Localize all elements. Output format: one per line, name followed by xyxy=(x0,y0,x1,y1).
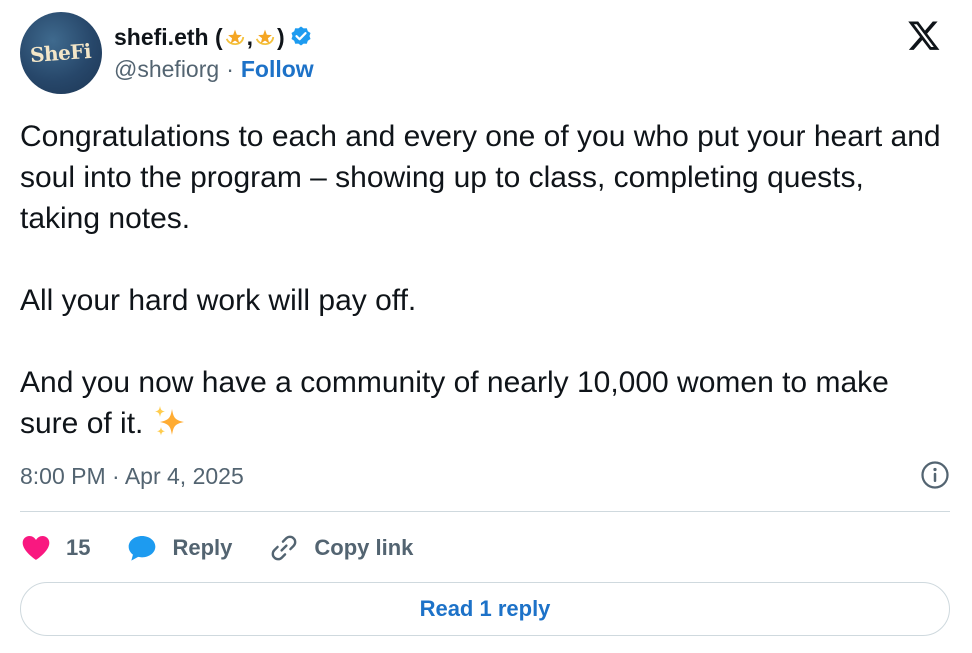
reply-label: Reply xyxy=(172,535,233,560)
tweet-actions: 15 Reply Copy link xyxy=(20,528,449,568)
copy-link-label: Copy link xyxy=(314,535,414,560)
avatar-logo-text: SheFi xyxy=(29,38,93,68)
tweet-paragraph-3: And you now have a community of nearly 1… xyxy=(20,366,889,440)
tweet-timestamp[interactable]: 8:00 PM · Apr 4, 2025 xyxy=(20,463,244,490)
divider xyxy=(20,511,950,512)
tweet-header: SheFi shefi.eth ( , ) @shefiorg · Follow xyxy=(20,12,952,96)
tweet-text: Congratulations to each and every one of… xyxy=(20,116,950,444)
like-count: 15 xyxy=(66,535,91,560)
like-button[interactable]: 15 xyxy=(20,532,90,564)
reply-bubble-icon xyxy=(129,536,156,561)
heart-icon xyxy=(22,536,50,560)
dizzy-star-emoji-icon xyxy=(224,26,246,48)
author-handle[interactable]: @shefiorg xyxy=(114,56,219,83)
tweet-paragraph-2: All your hard work will pay off. xyxy=(20,284,417,317)
reply-button[interactable]: Reply xyxy=(126,532,232,564)
author-name-suffix: ) xyxy=(277,23,285,50)
author-display-name[interactable]: shefi.eth ( xyxy=(114,24,223,51)
read-replies-label: Read 1 reply xyxy=(419,596,551,621)
read-replies-button[interactable]: Read 1 reply xyxy=(20,582,950,636)
author-name-separator: , xyxy=(246,23,254,50)
author-handle-row: @shefiorg · Follow xyxy=(114,56,314,83)
handle-separator: · xyxy=(226,56,234,82)
info-icon[interactable] xyxy=(920,460,950,490)
verified-badge-icon xyxy=(291,26,311,46)
link-icon xyxy=(272,535,297,561)
x-logo-icon[interactable] xyxy=(906,18,942,52)
tweet-paragraph-1: Congratulations to each and every one of… xyxy=(20,120,941,235)
copy-link-button[interactable]: Copy link xyxy=(268,532,413,564)
sparkles-emoji-icon xyxy=(154,406,184,436)
avatar[interactable]: SheFi xyxy=(20,12,102,94)
tweet-meta: 8:00 PM · Apr 4, 2025 xyxy=(20,460,950,492)
dizzy-star-emoji-icon xyxy=(254,26,276,48)
author-name-row: shefi.eth ( , ) xyxy=(114,22,313,52)
follow-button[interactable]: Follow xyxy=(241,56,314,83)
